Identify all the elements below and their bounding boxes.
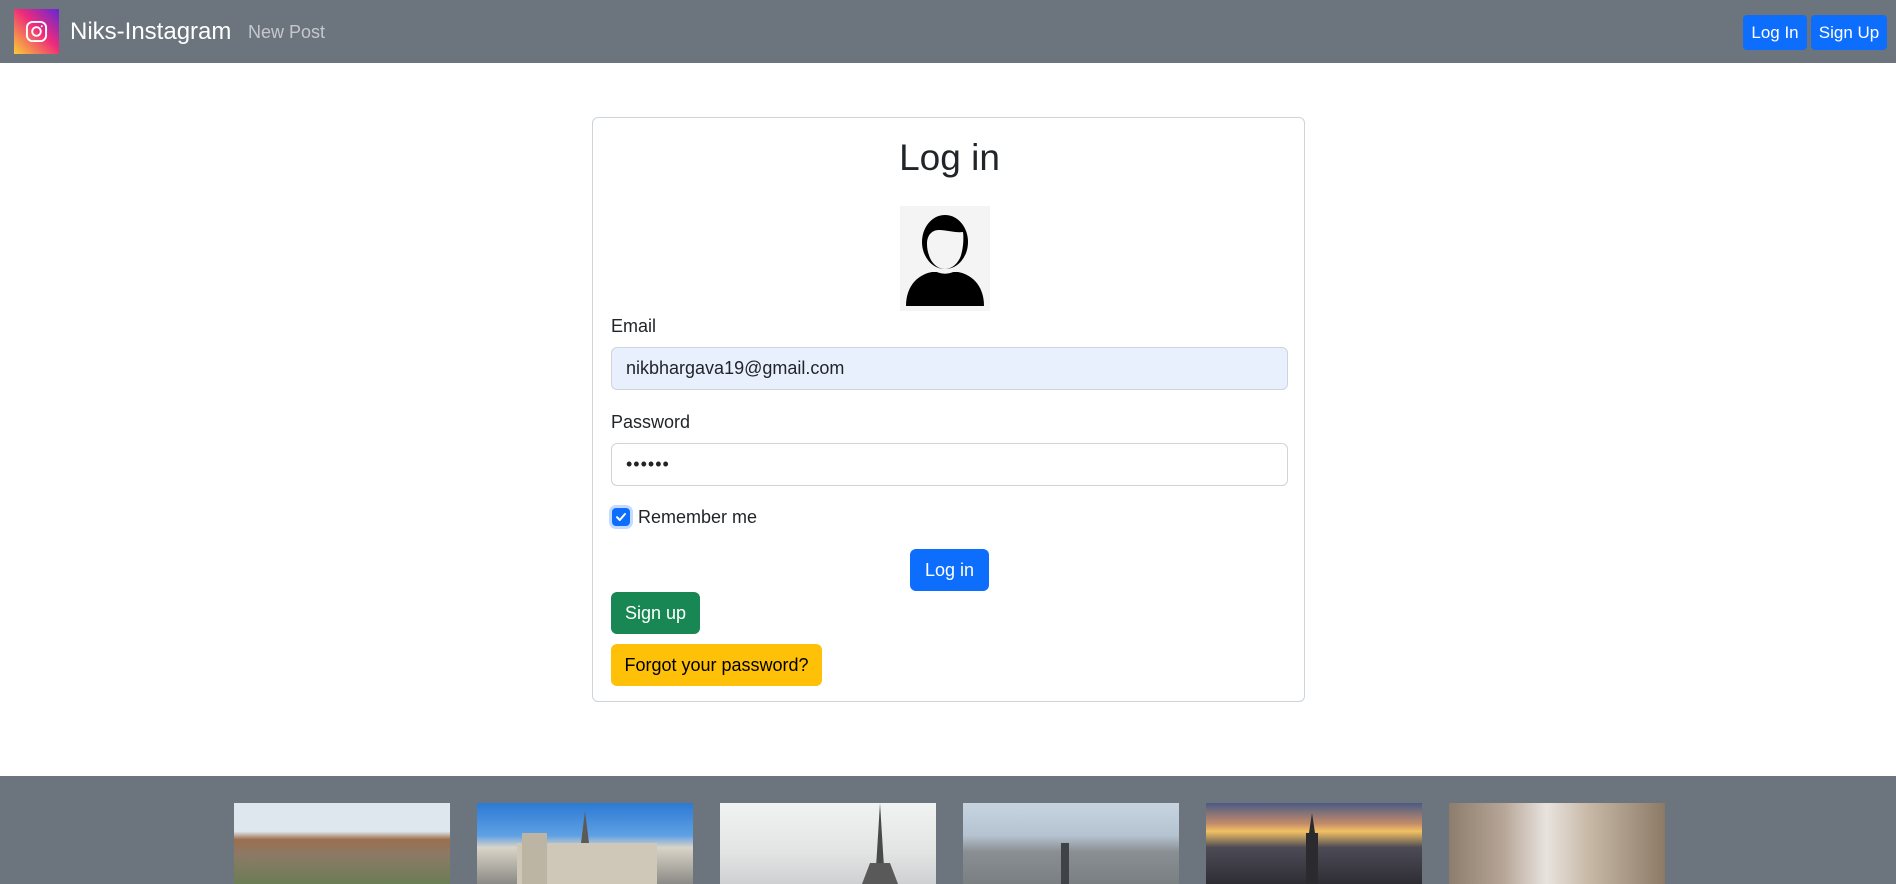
brand-name-link[interactable]: Niks-Instagram	[70, 17, 231, 47]
top-navbar: Niks-Instagram New Post Log In Sign Up	[0, 0, 1896, 63]
paris-street-image[interactable]	[1449, 803, 1665, 884]
email-label: Email	[611, 316, 657, 336]
remember-me-checkbox[interactable]	[612, 508, 630, 526]
paris-skyline-image[interactable]	[963, 803, 1179, 884]
user-avatar-icon	[900, 206, 990, 311]
city-sunset-image[interactable]	[1206, 803, 1422, 884]
forgot-password-button[interactable]: Forgot your password?	[611, 644, 822, 686]
louvre-image[interactable]	[234, 803, 450, 884]
login-title: Log in	[899, 137, 1000, 178]
nav-login-button[interactable]: Log In	[1743, 15, 1807, 50]
remember-me-label[interactable]: Remember me	[638, 506, 757, 528]
eiffel-tower-image[interactable]	[720, 803, 936, 884]
instagram-logo-icon[interactable]	[14, 9, 59, 54]
password-label: Password	[611, 412, 691, 432]
nav-signup-button[interactable]: Sign Up	[1811, 15, 1887, 50]
password-field[interactable]: ••••••	[611, 443, 1288, 486]
login-card: Log in Email nikbhargava19@gmail.com Pas…	[592, 117, 1305, 702]
photo-gallery	[0, 776, 1896, 884]
signup-button[interactable]: Sign up	[611, 592, 700, 634]
email-field[interactable]: nikbhargava19@gmail.com	[611, 347, 1288, 390]
login-button[interactable]: Log in	[910, 549, 989, 591]
new-post-link[interactable]: New Post	[248, 21, 325, 43]
notre-dame-image[interactable]	[477, 803, 693, 884]
